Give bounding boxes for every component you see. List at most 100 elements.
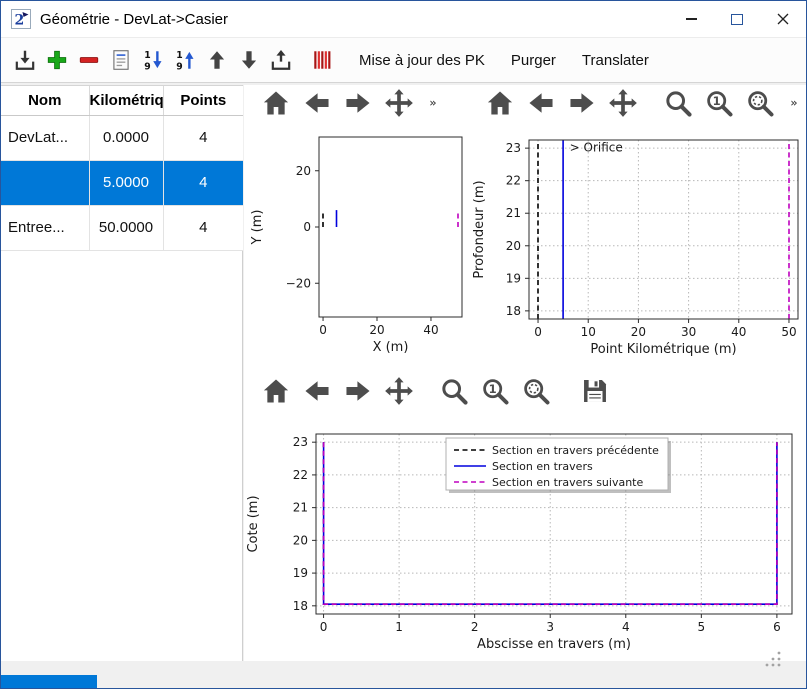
svg-text:10: 10 [581, 325, 596, 339]
translate-button[interactable]: Translater [572, 47, 659, 74]
back-icon[interactable] [302, 88, 332, 118]
cell-points[interactable]: 4 [163, 160, 243, 205]
svg-text:0: 0 [534, 325, 542, 339]
plan-plot-toolbar: » [261, 87, 441, 119]
svg-text:Section en travers suivante: Section en travers suivante [492, 476, 643, 489]
titlebar: 2 Géométrie - DevLat->Casier [1, 1, 806, 37]
toolbar-icon-group: 1919 [13, 48, 343, 72]
svg-text:18: 18 [506, 304, 521, 318]
sort-ascending-icon[interactable]: 19 [173, 48, 197, 72]
svg-text:1: 1 [713, 94, 721, 108]
window-title: Géométrie - DevLat->Casier [40, 11, 228, 28]
pk-stripes-icon[interactable] [311, 48, 335, 72]
remove-icon[interactable] [77, 48, 101, 72]
column-header[interactable]: Nom [1, 86, 89, 115]
svg-text:X (m): X (m) [373, 340, 409, 355]
sort-descending-icon[interactable]: 19 [141, 48, 165, 72]
zoom-1-icon[interactable]: 1 [704, 88, 734, 118]
cell-points[interactable]: 4 [163, 205, 243, 250]
svg-text:22: 22 [293, 468, 308, 482]
export-icon[interactable] [269, 48, 293, 72]
cell-nom[interactable] [1, 160, 89, 205]
update-pk-button[interactable]: Mise à jour des PK [349, 47, 495, 74]
more-icon[interactable]: » [425, 88, 441, 118]
svg-text:> Orifice: > Orifice [570, 140, 623, 154]
pan-icon[interactable] [608, 88, 638, 118]
pan-icon[interactable] [384, 376, 414, 406]
back-icon[interactable] [302, 376, 332, 406]
svg-text:21: 21 [506, 206, 521, 220]
svg-text:4: 4 [622, 620, 630, 634]
column-header[interactable]: Points [163, 86, 243, 115]
zoom-1-icon[interactable]: 1 [480, 376, 510, 406]
svg-text:19: 19 [506, 271, 521, 285]
maximize-icon [731, 14, 743, 25]
save-icon[interactable] [580, 376, 610, 406]
svg-text:5: 5 [698, 620, 706, 634]
cell-nom[interactable]: DevLat... [1, 115, 89, 160]
purge-button[interactable]: Purger [501, 47, 566, 74]
home-icon[interactable] [261, 376, 291, 406]
cell-nom[interactable]: Entree... [1, 205, 89, 250]
bottom-selection-strip [1, 675, 97, 688]
cell-pk[interactable]: 50.0000 [89, 205, 163, 250]
svg-text:0: 0 [320, 620, 328, 634]
svg-text:19: 19 [293, 566, 308, 580]
profile-plot[interactable]: 01020304050181920212223Point Kilométriqu… [471, 127, 807, 369]
svg-text:Section en travers: Section en travers [492, 460, 593, 473]
svg-text:6: 6 [773, 620, 781, 634]
table-row[interactable]: DevLat...0.00004 [1, 115, 243, 160]
minimize-icon [686, 18, 697, 20]
svg-text:1: 1 [489, 382, 497, 396]
svg-text:0: 0 [303, 220, 311, 234]
section-plot[interactable]: 0123456181920212223Abscisse en travers (… [245, 421, 807, 661]
resize-grip[interactable] [762, 648, 784, 670]
svg-text:22: 22 [506, 174, 521, 188]
svg-text:Y (m): Y (m) [250, 210, 265, 246]
profile-plot-toolbar: 1» [485, 87, 802, 119]
profiles-table: NomKilométriquePoints DevLat...0.000045.… [1, 86, 243, 251]
zoom-region-icon[interactable] [745, 88, 775, 118]
maximize-button[interactable] [714, 1, 760, 37]
svg-text:»: » [790, 97, 797, 110]
zoom-region-icon[interactable] [521, 376, 551, 406]
svg-text:1: 1 [144, 50, 150, 61]
table-row[interactable]: Entree...50.00004 [1, 205, 243, 250]
import-icon[interactable] [13, 48, 37, 72]
plan-plot[interactable]: 02040−20020X (m)Y (m) [245, 127, 469, 369]
svg-text:Abscisse en travers (m): Abscisse en travers (m) [477, 637, 631, 652]
svg-text:2: 2 [471, 620, 479, 634]
column-header[interactable]: Kilométrique [89, 86, 163, 115]
svg-text:9: 9 [176, 61, 182, 72]
svg-text:2: 2 [15, 13, 25, 29]
minimize-button[interactable] [668, 1, 714, 37]
add-icon[interactable] [45, 48, 69, 72]
forward-icon[interactable] [343, 88, 373, 118]
home-icon[interactable] [261, 88, 291, 118]
back-icon[interactable] [526, 88, 556, 118]
svg-text:20: 20 [631, 325, 646, 339]
move-up-icon[interactable] [205, 48, 229, 72]
svg-text:Section en travers précédente: Section en travers précédente [492, 444, 659, 457]
close-icon [776, 12, 790, 26]
svg-text:3: 3 [546, 620, 554, 634]
svg-text:Profondeur (m): Profondeur (m) [472, 180, 487, 278]
svg-text:40: 40 [731, 325, 746, 339]
home-icon[interactable] [485, 88, 515, 118]
svg-text:1: 1 [176, 50, 182, 61]
cell-points[interactable]: 4 [163, 115, 243, 160]
cell-pk[interactable]: 5.0000 [89, 160, 163, 205]
pan-icon[interactable] [384, 88, 414, 118]
zoom-icon[interactable] [439, 376, 469, 406]
properties-icon[interactable] [109, 48, 133, 72]
move-down-icon[interactable] [237, 48, 261, 72]
table-header-row: NomKilométriquePoints [1, 86, 243, 115]
close-button[interactable] [760, 1, 806, 37]
cell-pk[interactable]: 0.0000 [89, 115, 163, 160]
more-icon[interactable]: » [786, 88, 802, 118]
forward-icon[interactable] [567, 88, 597, 118]
zoom-icon[interactable] [663, 88, 693, 118]
forward-icon[interactable] [343, 376, 373, 406]
svg-text:20: 20 [369, 323, 384, 337]
table-row[interactable]: 5.00004 [1, 160, 243, 205]
